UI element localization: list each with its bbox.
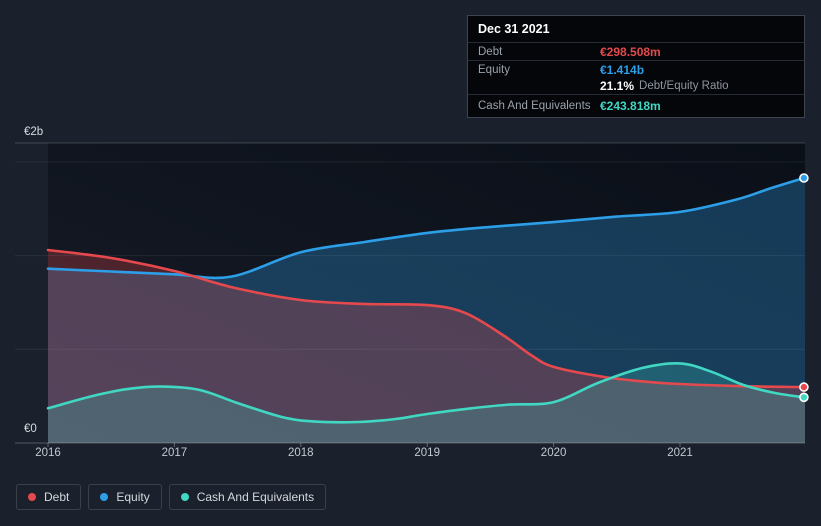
- cash-end-marker: [799, 392, 809, 403]
- tooltip: Dec 31 2021 Debt €298.508m Equity €1.414…: [467, 15, 805, 118]
- tooltip-equity-value: €1.414b: [600, 62, 645, 77]
- tooltip-equity-label: Equity: [478, 63, 510, 76]
- legend-item-debt[interactable]: Debt: [16, 484, 82, 510]
- equity-dot-icon: [100, 493, 109, 501]
- legend-item-cash[interactable]: Cash And Equivalents: [168, 484, 327, 510]
- debt-equity-history-page: €2b €0 2016 2017 2018 2019 2020 2021 Dec 31 2…: [0, 0, 821, 526]
- debt-end-marker: [799, 382, 809, 392]
- x-axis-label-2019: 2019: [414, 447, 440, 459]
- legend-cash-label: Cash And Equivalents: [196, 490, 315, 504]
- x-axis-label-2021: 2021: [667, 447, 693, 459]
- tooltip-cash-label: Cash And Equivalents: [478, 100, 591, 112]
- tooltip-ratio-value: 21.1%: [600, 79, 635, 93]
- x-axis-label-2020: 2020: [540, 447, 567, 459]
- tooltip-debt-value: €298.508m: [600, 44, 661, 59]
- tooltip-row-debt: Debt €298.508m: [468, 43, 804, 60]
- y-axis-label-max: €2b: [24, 126, 44, 138]
- tooltip-debt-label: Debt: [478, 45, 503, 58]
- tooltip-cash-value: €243.818m: [600, 99, 661, 113]
- debt-dot-icon: [28, 493, 36, 501]
- x-axis-label-2018: 2018: [288, 447, 314, 459]
- legend-item-equity[interactable]: Equity: [88, 484, 162, 510]
- tooltip-ratio-label: Debt/Equity Ratio: [639, 80, 729, 92]
- legend: Debt Equity Cash And Equivalents: [16, 484, 327, 510]
- x-axis-label-2016: 2016: [35, 447, 61, 459]
- cash-dot-icon: [180, 493, 189, 501]
- tooltip-row-cash: Cash And Equivalents €243.818m: [468, 94, 804, 117]
- legend-debt-label: Debt: [44, 490, 70, 504]
- tooltip-date: Dec 31 2021: [468, 16, 804, 43]
- tooltip-row-ratio: 21.1% Debt/Equity Ratio: [468, 78, 804, 94]
- legend-equity-label: Equity: [116, 490, 150, 504]
- equity-end-marker: [799, 173, 809, 183]
- tooltip-row-equity: Equity €1.414b: [468, 60, 804, 78]
- x-axis-label-2017: 2017: [161, 447, 188, 459]
- y-axis-label-zero: €0: [24, 423, 37, 435]
